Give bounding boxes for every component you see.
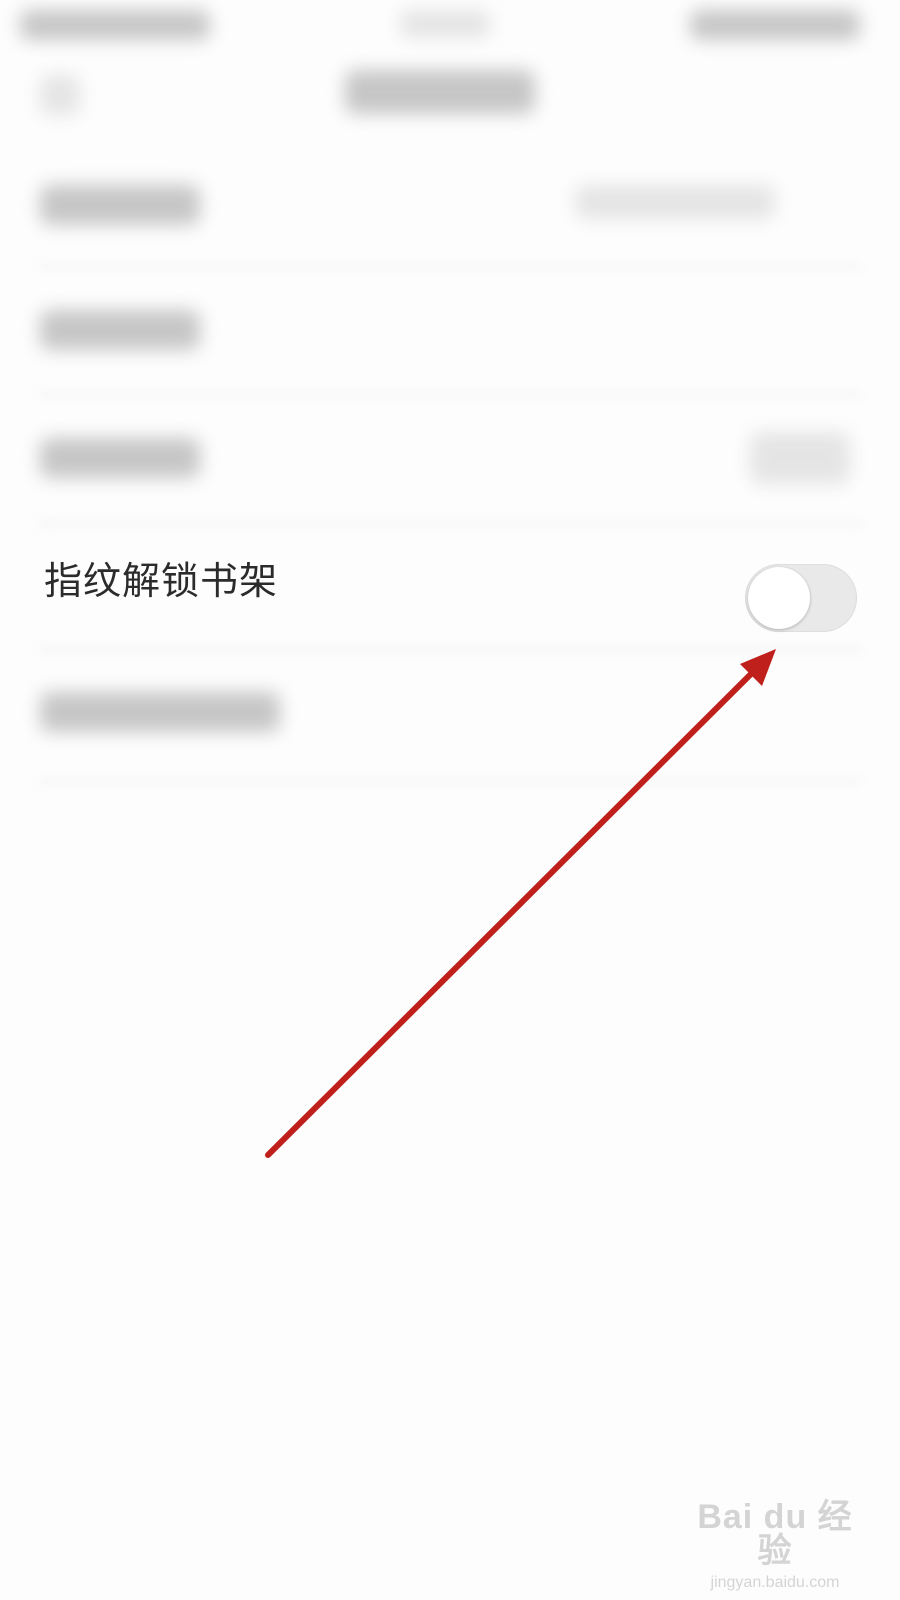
settings-row-1-blur[interactable] [40,185,200,225]
settings-row-2-blur[interactable] [40,310,200,350]
toggle-knob[interactable] [748,567,810,629]
page-title-blur [345,70,535,114]
back-button-blur[interactable] [40,75,80,115]
annotation-arrow [265,649,776,1158]
watermark-logo: Bai du 经验 [697,1498,853,1570]
settings-row-3-toggle-blur[interactable] [750,432,850,484]
settings-row-1-value-blur [575,185,775,219]
divider [40,780,860,783]
arrow-head [740,649,776,686]
settings-row-5-blur[interactable] [40,692,280,732]
arrow-shaft [265,660,765,1158]
watermark-url: jingyan.baidu.com [710,1574,840,1591]
divider [40,265,860,268]
fingerprint-bookshelf-label: 指纹解锁书架 [44,559,279,603]
status-bar-left-blur [20,10,210,40]
divider [40,648,860,651]
baidu-jingyan-watermark: Bai du 经验 jingyan.baidu.com [690,1500,860,1592]
status-bar-right-blur [690,10,860,40]
divider [40,393,860,396]
settings-row-3-blur[interactable] [40,438,200,478]
divider [40,522,860,525]
fingerprint-bookshelf-toggle[interactable] [745,564,857,632]
status-bar-center-blur [400,10,490,38]
